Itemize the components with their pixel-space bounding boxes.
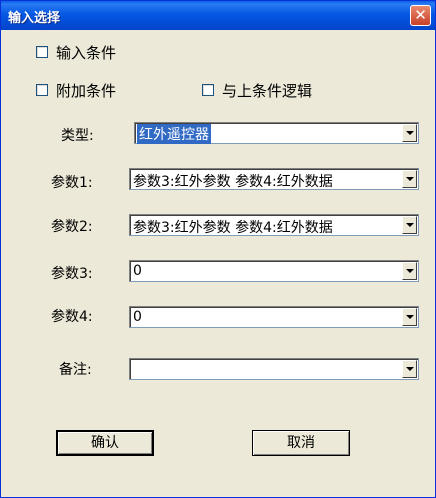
input-select-dialog: 输入选择 ✕ 输入条件 附加条件 与上条件逻辑 类型: 红外遥控器 参数1: 参… [0,0,436,498]
additional-condition-checkbox[interactable]: 附加条件 [36,81,117,100]
input-condition-label: 输入条件 [56,43,117,62]
param4-value: 0 [133,309,142,325]
type-value: 红外遥控器 [137,124,211,144]
ok-button[interactable]: 确认 [56,430,154,456]
cancel-button[interactable]: 取消 [252,430,350,456]
dropdown-arrow-icon[interactable] [402,262,417,280]
checkbox-box[interactable] [202,84,214,96]
dropdown-arrow-icon[interactable] [402,360,417,378]
type-label: 类型: [61,128,94,144]
param1-value: 参数3:红外参数 参数4:红外数据 [133,174,333,190]
checkbox-box[interactable] [36,46,48,58]
and-with-above-label: 与上条件逻辑 [222,81,313,100]
param1-label: 参数1: [51,175,93,191]
dropdown-arrow-icon[interactable] [402,170,417,188]
param4-select[interactable]: 0 [129,306,419,328]
and-with-above-checkbox[interactable]: 与上条件逻辑 [202,81,313,100]
param4-label: 参数4: [51,309,93,325]
dropdown-arrow-icon[interactable] [402,124,417,142]
dropdown-arrow-icon[interactable] [402,308,417,326]
param2-value: 参数3:红外参数 参数4:红外数据 [133,220,333,236]
note-select[interactable] [129,358,419,380]
input-condition-checkbox[interactable]: 输入条件 [36,43,117,62]
note-label: 备注: [59,362,92,378]
param3-label: 参数3: [51,266,93,282]
param2-select[interactable]: 参数3:红外参数 参数4:红外数据 [129,214,419,236]
param2-label: 参数2: [51,219,93,235]
type-select[interactable]: 红外遥控器 [134,122,419,144]
checkbox-box[interactable] [36,84,48,96]
additional-condition-label: 附加条件 [56,81,117,100]
param3-select[interactable]: 0 [129,260,419,282]
param3-value: 0 [133,263,142,279]
title-bar[interactable]: 输入选择 ✕ [1,1,435,30]
dropdown-arrow-icon[interactable] [402,216,417,234]
close-button[interactable]: ✕ [410,5,431,26]
window-title: 输入选择 [8,11,61,26]
param1-select[interactable]: 参数3:红外参数 参数4:红外数据 [129,168,419,190]
